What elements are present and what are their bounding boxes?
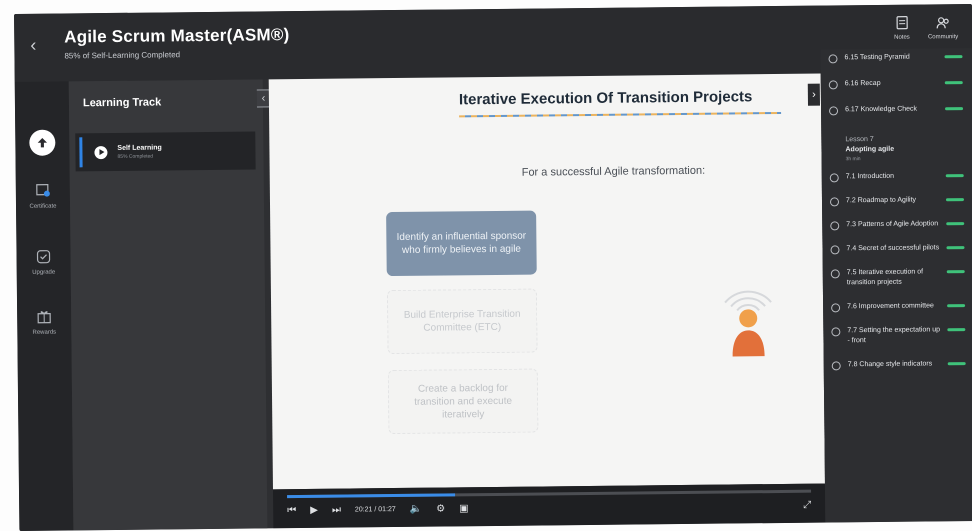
skip-back-icon[interactable]: ⏮ [287,505,296,516]
lesson-status-icon [829,173,839,183]
slide-title: Iterative Execution Of Transition Projec… [458,88,753,109]
lesson-status-icon [831,303,841,313]
lesson-status-icon [828,80,838,90]
rail-label-upgrade: Upgrade [32,269,56,276]
rail-item-rewards[interactable]: Rewards [17,307,71,336]
list-item-label: 6.16 Recap [844,79,881,88]
step-box-backlog: Create a backlog for transition and exec… [387,368,539,435]
learning-track-panel: Learning Track Self Learning 85% Complet… [68,79,268,531]
lesson-status-icon [831,327,841,337]
lesson-status-icon [830,221,840,231]
captions-icon[interactable]: ▣ [459,503,469,514]
notes-icon [896,16,908,30]
complete-indicator [945,107,964,111]
slide-subtitle: For a successful Agile transformation: [521,164,706,179]
complete-indicator [947,304,966,308]
left-rail: Certificate Upgrade Rewards [14,81,74,531]
lesson-status-icon [830,269,840,279]
community-icon [936,17,949,29]
play-icon[interactable]: ▶ [310,505,318,516]
upgrade-icon [36,250,51,264]
learning-icon [29,129,56,156]
complete-indicator [947,328,966,332]
list-item-label: 7.5 Iterative execution of transition pr… [846,268,924,287]
title-underline [459,111,782,118]
list-item[interactable]: 7.4 Secret of successful pilots [822,243,972,255]
list-item[interactable]: 7.6 Improvement committee [823,301,972,313]
play-circle-icon [94,145,108,159]
complete-indicator [946,270,965,274]
rail-label-certificate: Certificate [29,203,57,210]
list-item[interactable]: 6.17 Knowledge Check [821,104,972,116]
rewards-icon [37,311,51,324]
list-item[interactable]: 6.15 Testing Pyramid [820,52,972,64]
lesson-status-icon [828,54,838,64]
lesson-status-icon [831,361,841,371]
player-controls: ⏮ ▶ ⏭ 20:21 / 01:27 🔈 ⚙ ▣ ⤢ [272,483,826,529]
speaker-person-icon [724,290,772,357]
list-item-label: 7.2 Roadmap to Agility [845,196,917,205]
lesson-name: Adopting agile [845,145,895,154]
settings-gear-icon[interactable]: ⚙ [436,504,445,515]
volume-icon[interactable]: 🔈 [410,504,423,515]
complete-indicator [946,246,965,250]
list-item-label: 7.7 Setting the expectation up - front [847,326,941,345]
next-slide-arrow-icon[interactable]: › [807,83,821,106]
video-progress-bar[interactable] [287,489,812,499]
fullscreen-icon[interactable]: ⤢ [803,500,811,511]
list-item[interactable]: 7.2 Roadmap to Agility [822,195,972,207]
list-item-label: 7.6 Improvement committee [847,302,934,311]
complete-indicator [944,55,963,59]
list-item[interactable]: 7.8 Change style indicators [824,359,972,371]
list-item-label: 7.8 Change style indicators [847,360,933,369]
certificate-icon [36,184,50,197]
step-box-sponsor: Identify an influential sponsor who firm… [386,210,537,277]
list-item-label: 7.4 Secret of successful pilots [846,244,940,253]
list-item-label: 6.15 Testing Pyramid [844,53,910,62]
track-item-progress: 85% Completed [117,153,154,160]
video-progress-fill [287,493,455,499]
list-item-label: 7.1 Introduction [845,172,895,181]
course-progress-text: 85% of Self-Learning Completed [64,50,181,61]
lesson-duration: 3h min [845,156,861,163]
complete-indicator [947,362,966,366]
back-arrow-icon[interactable]: ‹ [30,35,48,55]
complete-indicator [945,174,964,178]
complete-indicator [944,81,963,85]
top-actions: Notes Community [894,14,959,41]
rail-item-learning[interactable] [15,129,69,156]
time-display: 20:21 / 01:27 [354,506,396,514]
lesson-status-icon [829,106,839,116]
rail-item-certificate[interactable]: Certificate [16,181,70,210]
course-title: Agile Scrum Master(ASM®) [64,25,290,47]
community-label: Community [927,34,959,41]
notes-button[interactable]: Notes [894,15,910,41]
list-item-label: 7.3 Patterns of Agile Adoption [846,220,939,229]
learning-track-heading: Learning Track [82,96,162,110]
lesson-status-icon [829,197,840,207]
video-slide[interactable]: Iterative Execution Of Transition Projec… [268,73,825,490]
lesson-playlist: 6.15 Testing Pyramid 6.16 Recap 6.17 Kno… [820,47,972,523]
complete-indicator [945,198,965,202]
active-indicator [79,137,83,168]
track-item-self-learning[interactable]: Self Learning 85% Completed [75,131,256,172]
list-item[interactable]: 6.16 Recap [821,78,972,90]
community-button[interactable]: Community [927,14,959,41]
list-item[interactable]: 7.5 Iterative execution of transition pr… [823,267,972,289]
list-item[interactable]: 7.7 Setting the expectation up - front [823,325,972,347]
lesson-header[interactable]: Lesson 7 Adopting agile 3h min [821,126,972,167]
app-screen: ‹ Agile Scrum Master(ASM®) 85% of Self-L… [14,3,972,531]
rail-item-upgrade[interactable]: Upgrade [16,247,70,276]
skip-forward-icon[interactable]: ⏭ [332,505,341,516]
track-item-title: Self Learning [117,143,162,152]
rail-label-rewards: Rewards [32,329,57,336]
list-item[interactable]: 7.3 Patterns of Agile Adoption [822,219,972,231]
step-box-etc: Build Enterprise Transition Committee (E… [386,288,538,355]
list-item-label: 6.17 Knowledge Check [845,105,918,114]
complete-indicator [946,222,965,226]
notes-label: Notes [894,34,910,41]
list-item[interactable]: 7.1 Introduction [822,171,972,183]
lesson-status-icon [830,245,840,255]
